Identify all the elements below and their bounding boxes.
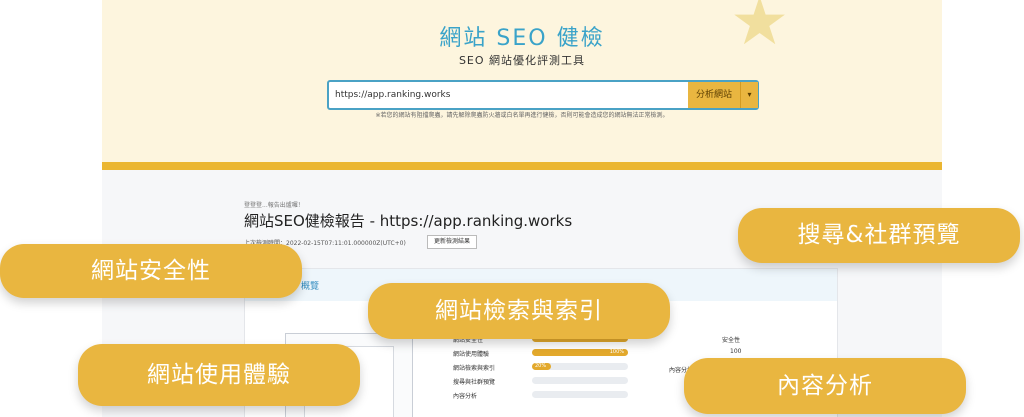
analyze-button[interactable]: 分析網站 [688,82,740,108]
metric-label-content: 內容分析 [453,393,478,400]
hero-section: ★ 網站 SEO 健檢 SEO 網站優化評測工具 分析網站 ▾ ※若您的網站有阻… [102,0,942,162]
metric-value: 100% [609,349,624,355]
report-title: 網站SEO健檢報告 - https://app.ranking.works [244,212,573,230]
security-score-label: 安全性 [722,337,741,344]
callout-index: 網站檢索與索引 [368,283,670,339]
metric-label-search-social: 搜尋與社群預覽 [453,379,496,386]
security-score-value: 100 [730,348,742,355]
search-box: 分析網站 ▾ [327,80,759,110]
metric-bar-content [532,391,628,398]
callout-content: 內容分析 [684,358,966,414]
metric-label-index: 網站檢索與索引 [453,365,496,372]
refresh-button[interactable]: 更新檢測結果 [427,235,477,249]
metric-bar-search-social [532,377,628,384]
report-ready-text: 登登登...報告出爐囉！ [244,202,304,209]
metric-bar-ux: 100% [532,349,628,356]
page-subtitle: SEO 網站優化評測工具 [458,54,586,67]
metric-bar-index: 20% [532,363,628,370]
overview-title: 概覽 [301,282,320,292]
metric-value: 20% [535,363,547,369]
dropdown-caret-icon[interactable]: ▾ [740,82,758,108]
callout-search-social: 搜尋&社群預覽 [738,208,1020,263]
hero-divider [102,162,942,170]
url-input[interactable] [335,82,675,108]
crawler-notice: ※若您的網站有阻擋爬蟲，請先解除爬蟲防火牆或白名單再進行健檢，否則可能會造成您的… [375,112,669,119]
callout-security: 網站安全性 [0,244,302,298]
callout-ux: 網站使用體驗 [78,344,360,406]
metric-label-ux: 網站使用體驗 [453,351,490,358]
page-title: 網站 SEO 健檢 [439,26,605,51]
